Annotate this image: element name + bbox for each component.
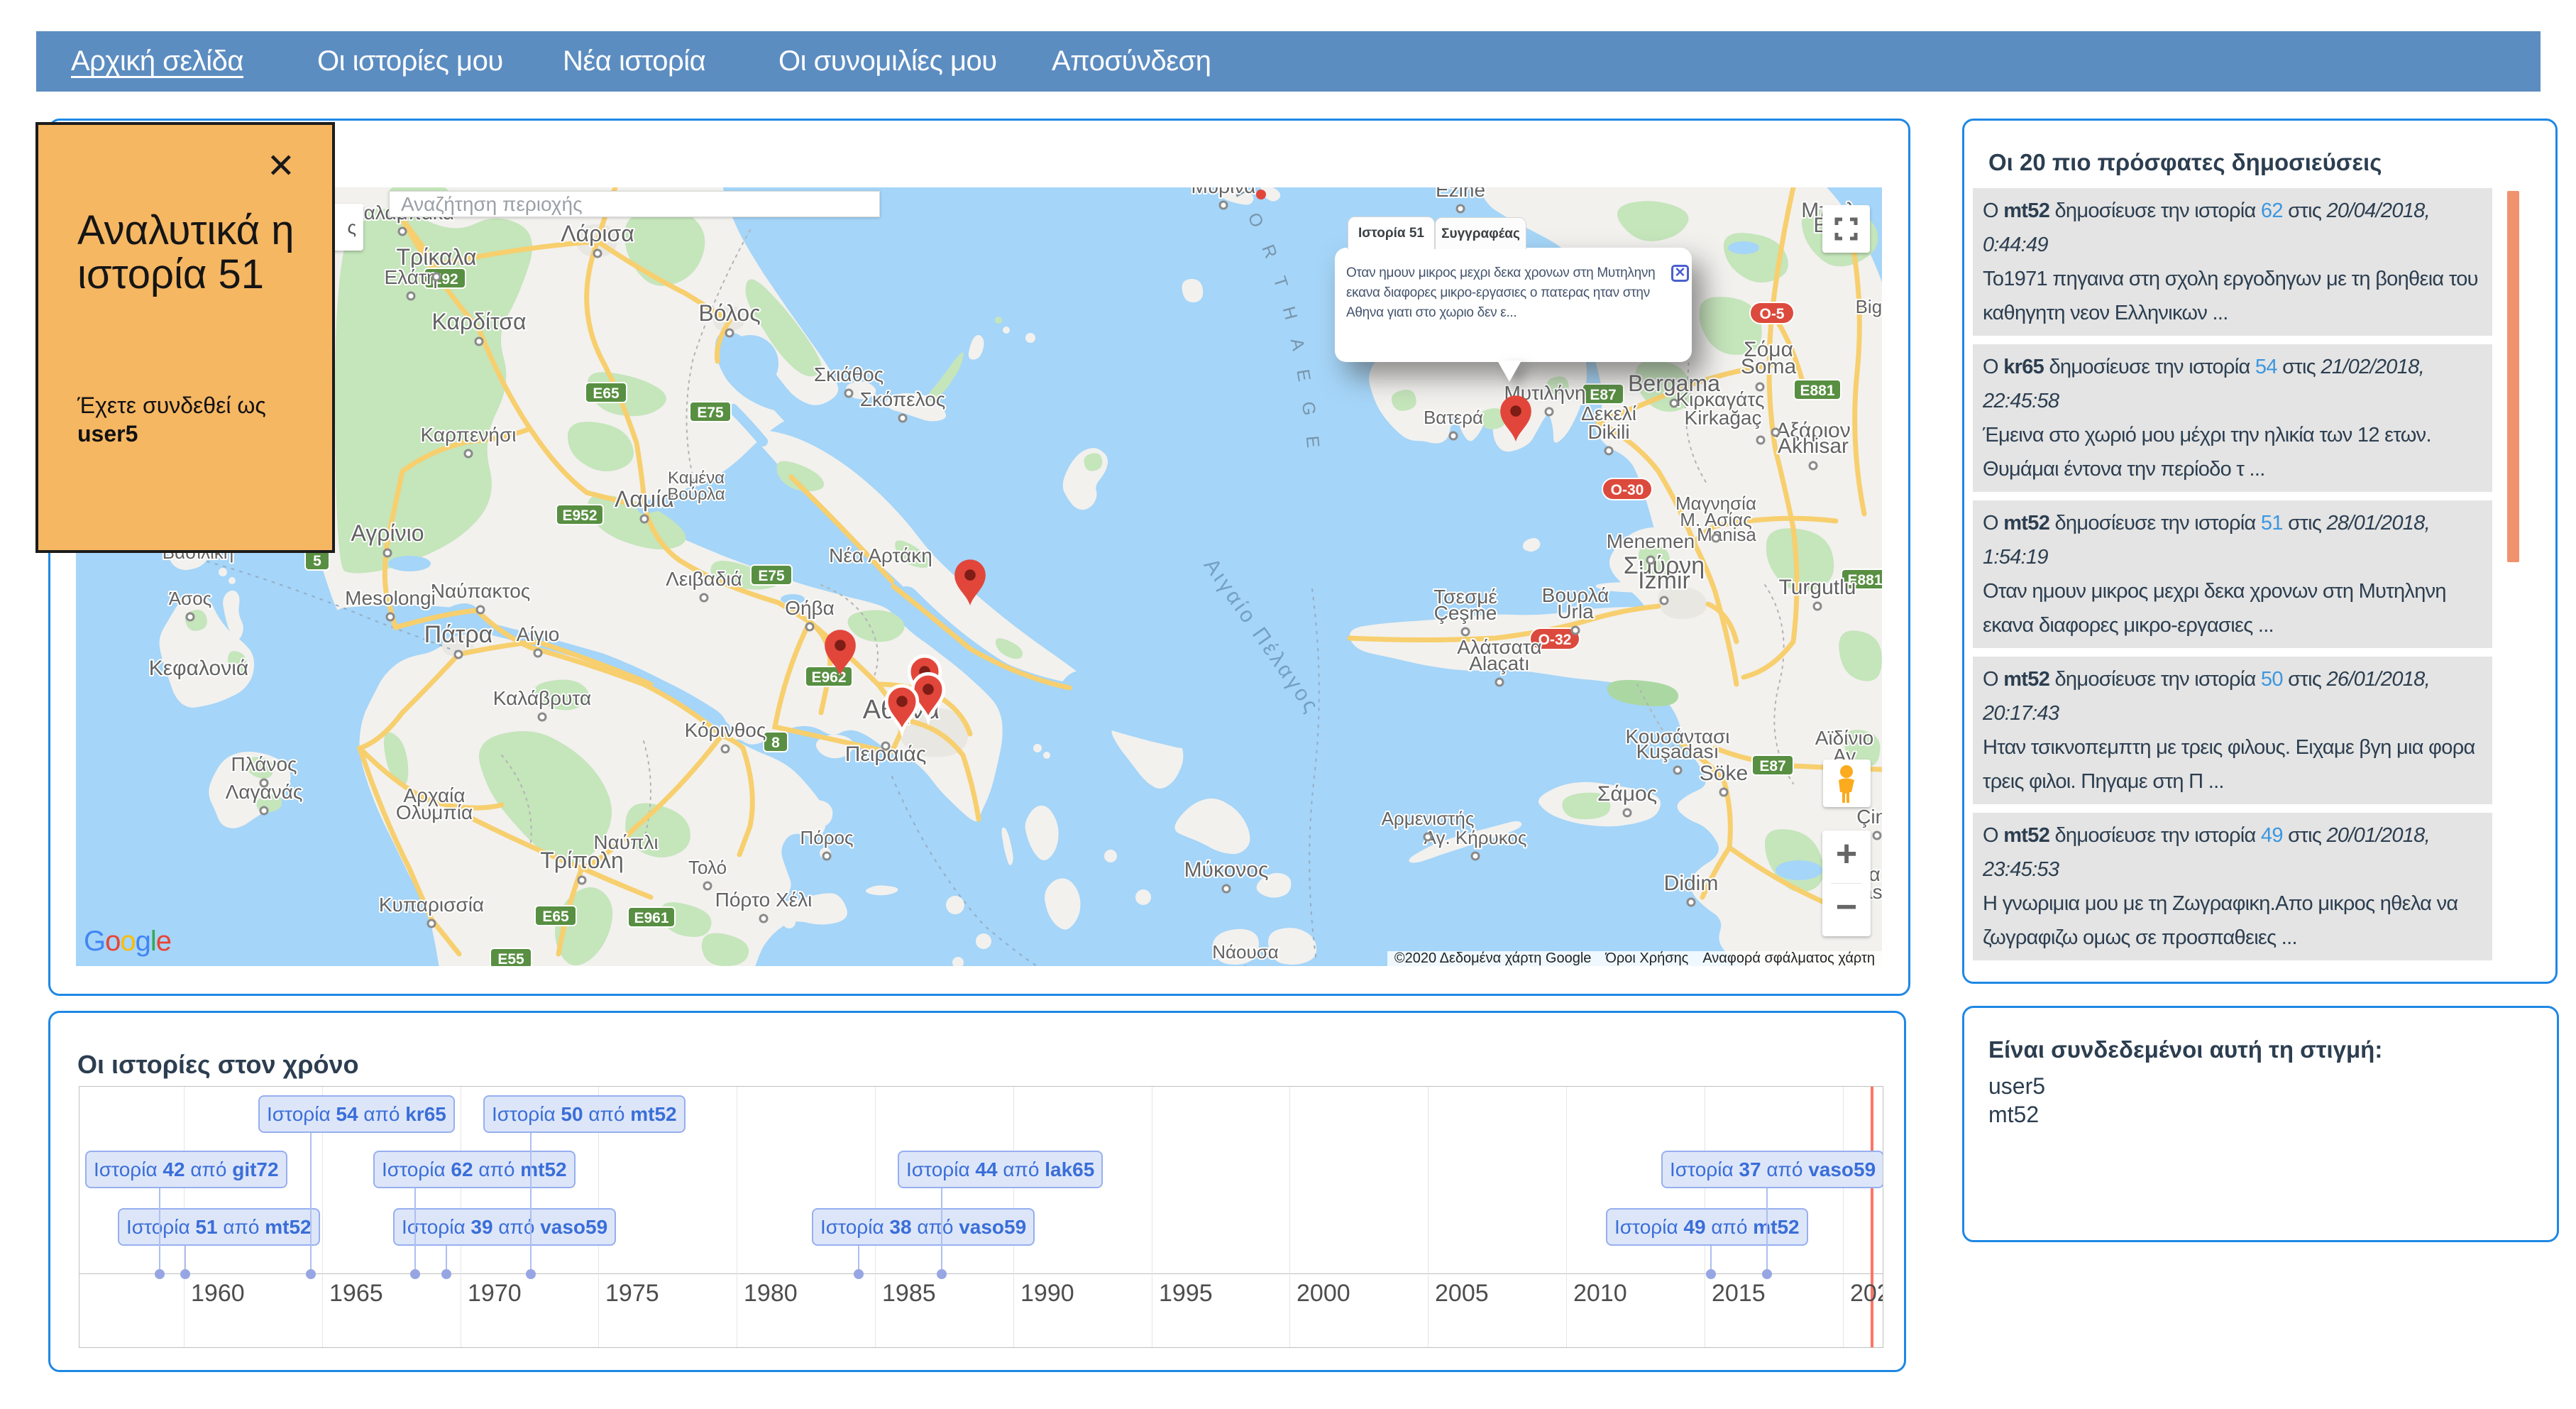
svg-text:E961: E961	[634, 910, 668, 926]
svg-text:Λαμία: Λαμία	[615, 486, 674, 512]
svg-text:Καρδίτσα: Καρδίτσα	[431, 309, 526, 334]
svg-text:Πόρος: Πόρος	[800, 827, 853, 848]
svg-text:Söke: Söke	[1700, 762, 1748, 785]
svg-text:5: 5	[313, 553, 321, 569]
svg-text:E87: E87	[1590, 387, 1616, 403]
svg-text:Λειβαδιά: Λειβαδιά	[666, 568, 742, 590]
svg-text:Alaçatı: Alaçatı	[1469, 652, 1530, 674]
svg-text:İzmir: İzmir	[1638, 567, 1690, 594]
svg-text:Νέα Αρτάκη: Νέα Αρτάκη	[829, 544, 932, 566]
svg-text:Λάρισα: Λάρισα	[561, 221, 634, 246]
svg-text:Καρπενήσι: Καρπενήσι	[421, 424, 517, 446]
svg-text:Ναύπλι: Ναύπλι	[593, 831, 658, 853]
svg-text:Ezine: Ezine	[1436, 187, 1485, 201]
svg-text:Çeşme: Çeşme	[1434, 602, 1497, 624]
svg-text:Menemen: Menemen	[1607, 530, 1695, 552]
svg-text:8: 8	[771, 735, 780, 751]
svg-text:Αγρίνιο: Αγρίνιο	[351, 520, 424, 546]
svg-text:Πλάνος: Πλάνος	[231, 753, 297, 775]
svg-text:Πάτρα: Πάτρα	[424, 621, 493, 648]
svg-text:Turgutlu: Turgutlu	[1779, 576, 1856, 599]
svg-text:Μύρινα: Μύρινα	[1191, 187, 1256, 197]
svg-text:O-30: O-30	[1611, 482, 1644, 498]
svg-text:Κεφαλονιά: Κεφαλονιά	[149, 657, 248, 680]
svg-text:Çine: Çine	[1856, 806, 1882, 828]
svg-text:Dikili: Dikili	[1587, 421, 1629, 443]
svg-text:Τολό: Τολό	[688, 857, 727, 878]
svg-text:Ελάτη: Ελάτη	[384, 266, 437, 288]
svg-text:Μ. Ασίας: Μ. Ασίας	[1680, 509, 1751, 530]
svg-text:Kirkağaç: Kirkağaç	[1685, 407, 1762, 429]
svg-text:Βατερά: Βατερά	[1424, 407, 1483, 428]
svg-text:O-5: O-5	[1759, 306, 1784, 322]
svg-text:Akhisar: Akhisar	[1778, 434, 1849, 458]
svg-text:Σκόπελος: Σκόπελος	[860, 388, 946, 410]
svg-text:Mesolongi: Mesolongi	[345, 587, 436, 609]
svg-text:Σκιάθος: Σκιάθος	[814, 363, 884, 385]
svg-text:E75: E75	[758, 568, 785, 584]
svg-text:Καλάβρυτα: Καλάβρυτα	[493, 687, 591, 709]
svg-text:Βόλος: Βόλος	[698, 300, 760, 326]
svg-text:Ναύπακτος: Ναύπακτος	[431, 580, 531, 602]
svg-text:Θήβα: Θήβα	[785, 597, 835, 619]
svg-text:Kuşadası: Kuşadası	[1636, 740, 1719, 762]
svg-text:Σάμος: Σάμος	[1597, 782, 1657, 806]
svg-text:E952: E952	[562, 508, 597, 524]
svg-text:Didim: Didim	[1664, 872, 1719, 895]
svg-text:Αρμενιστής: Αρμενιστής	[1382, 808, 1475, 829]
svg-text:E65: E65	[542, 909, 569, 925]
svg-text:Βούρλα: Βούρλα	[667, 485, 725, 504]
svg-text:O-32: O-32	[1539, 632, 1572, 648]
svg-text:Soma: Soma	[1741, 355, 1797, 378]
svg-text:Κόρινθος: Κόρινθος	[685, 719, 766, 741]
svg-text:Urla: Urla	[1557, 601, 1594, 623]
svg-text:Big.: Big.	[1856, 296, 1882, 317]
svg-text:Αγ. Κήρυκος: Αγ. Κήρυκος	[1424, 827, 1527, 848]
svg-text:E87: E87	[1759, 758, 1785, 774]
svg-text:Αίγιο: Αίγιο	[517, 623, 560, 645]
svg-text:E55: E55	[497, 951, 524, 966]
svg-text:Μύκονος: Μύκονος	[1184, 858, 1269, 882]
svg-text:Νάουσα: Νάουσα	[1212, 941, 1279, 963]
svg-text:Κυπαρισσία: Κυπαρισσία	[379, 894, 484, 916]
svg-text:E881: E881	[1800, 383, 1834, 399]
svg-text:E75: E75	[697, 405, 724, 421]
svg-text:Άσος: Άσος	[169, 588, 211, 609]
svg-text:Πόρτο Χέλι: Πόρτο Χέλι	[715, 889, 813, 911]
svg-text:E65: E65	[593, 385, 620, 402]
svg-text:Ολυμπία: Ολυμπία	[396, 801, 473, 823]
